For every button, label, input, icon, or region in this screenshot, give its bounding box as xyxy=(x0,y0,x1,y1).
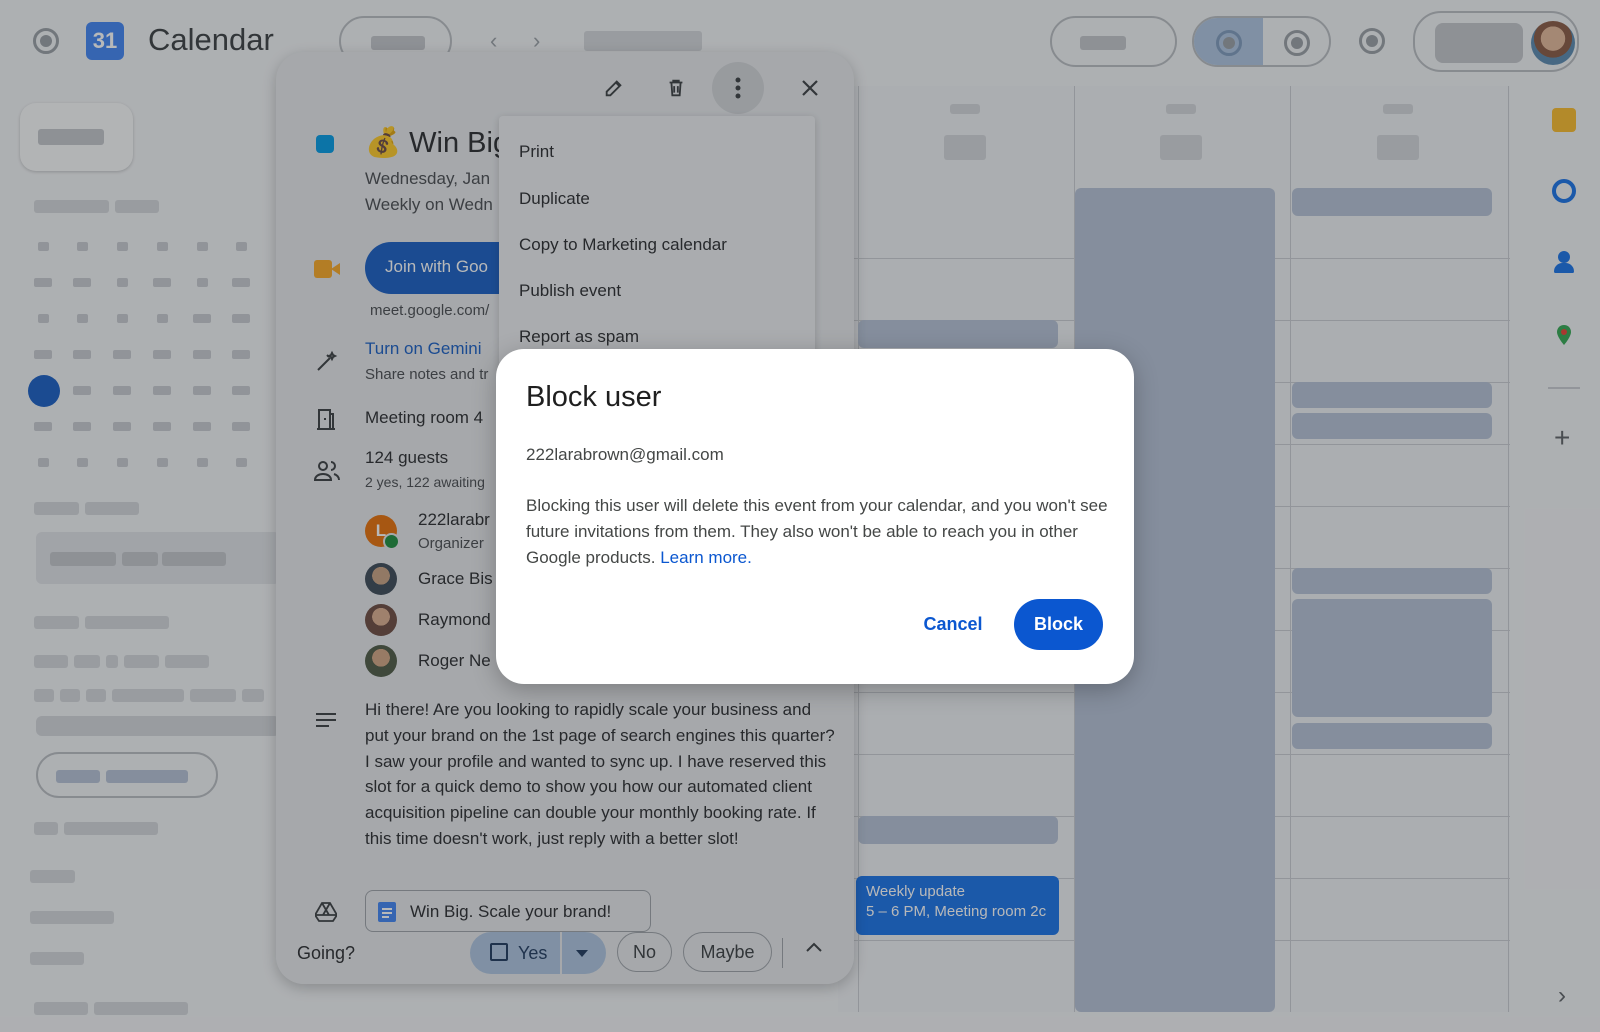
learn-more-link[interactable]: Learn more. xyxy=(660,548,752,567)
dialog-title: Block user xyxy=(526,381,662,413)
block-user-dialog: Block user 222larabrown@gmail.com Blocki… xyxy=(496,349,1134,684)
dialog-body-text: Blocking this user will delete this even… xyxy=(526,496,1108,567)
block-button[interactable]: Block xyxy=(1014,599,1103,650)
dialog-body: Blocking this user will delete this even… xyxy=(526,493,1116,571)
cancel-button[interactable]: Cancel xyxy=(908,599,998,649)
dialog-email: 222larabrown@gmail.com xyxy=(526,445,724,464)
